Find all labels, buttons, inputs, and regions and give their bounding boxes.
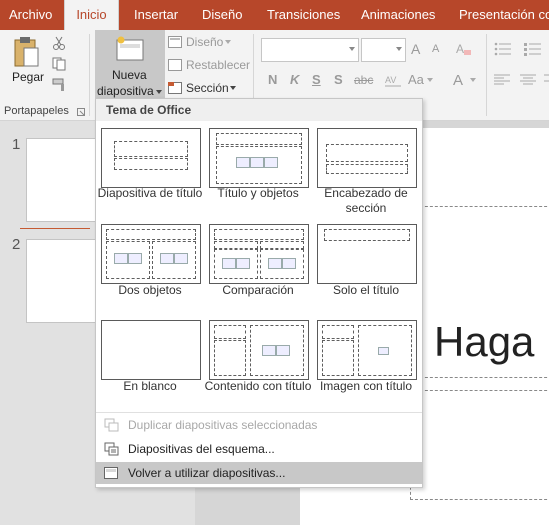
paste-label: Pegar [12,70,45,84]
layout-encabezado[interactable] [317,128,417,188]
cut-icon[interactable] [52,36,66,50]
layout-label: Solo el título [332,283,400,297]
tab-presentacion[interactable]: Presentación con [459,0,549,30]
format-painter-icon[interactable] [52,78,68,92]
insertion-marker [20,228,90,229]
change-case-button[interactable]: Aa [408,72,424,87]
outline-slides-icon [104,442,119,456]
layout-label: Dos objetos [118,283,182,297]
reset-button[interactable]: Restablecer [186,58,250,72]
chevron-down-icon [470,78,476,82]
grow-font-button[interactable]: A [411,41,420,57]
character-spacing-icon[interactable]: AV [385,73,401,87]
reuse-slides-item[interactable]: Volver a utilizar diapositivas... [96,462,422,484]
layout-contenido-titulo[interactable] [209,320,309,380]
layout-comparacion[interactable] [209,224,309,284]
slide-number: 2 [12,236,21,253]
layout-label: Título y objetos [217,186,299,200]
strikethrough-button[interactable]: abc [354,73,373,87]
tab-animaciones[interactable]: Animaciones [361,0,435,30]
layout-en-blanco[interactable] [101,320,201,380]
new-slide-icon [116,36,144,61]
slide-title-text: Haga [434,318,535,365]
layout-label: Contenido con título [204,379,312,393]
layout-label: Comparación [222,283,294,297]
bold-button[interactable]: N [268,72,277,87]
numbering-icon[interactable] [524,42,542,56]
align-center-icon[interactable] [520,74,536,86]
underline-button[interactable]: S [312,72,321,87]
group-divider [89,34,90,116]
new-slide-label-line1: Nueva [112,68,147,82]
layout-titulo-objetos[interactable] [209,128,309,188]
shrink-font-button[interactable]: A [432,43,439,55]
dialog-launcher-icon[interactable] [77,108,85,116]
theme-title: Tema de Office [106,103,192,117]
chevron-down-icon [427,78,433,82]
clipboard-icon [14,37,39,67]
reuse-slides-icon [104,467,118,479]
duplicate-icon [104,418,119,432]
group-divider [486,34,487,116]
layout-button[interactable]: Diseño [186,35,223,49]
layout-label: Imagen con título [319,379,413,393]
section-icon [168,82,182,94]
layout-icon [168,36,182,48]
layout-label: En blanco [123,379,177,393]
copy-icon[interactable] [52,57,68,71]
align-right-icon[interactable] [544,74,549,86]
chevron-down-icon [156,90,162,94]
bullets-icon[interactable] [494,42,512,56]
chevron-down-icon [230,86,236,90]
chevron-down-icon [396,47,402,51]
italic-button[interactable]: K [290,72,299,87]
chevron-down-icon [225,40,231,44]
new-slide-button[interactable]: Nueva diapositiva [95,30,165,99]
font-size-input[interactable] [361,38,406,62]
chevron-down-icon [349,47,355,51]
layout-dos-objetos[interactable] [101,224,201,284]
reset-icon [168,59,182,71]
layout-imagen-titulo[interactable] [317,320,417,380]
tab-inicio[interactable]: Inicio [64,0,119,30]
slide-number: 1 [12,136,21,153]
shadow-button[interactable]: S [334,72,343,87]
align-left-icon[interactable] [494,74,510,86]
layout-label: Diapositiva de título [97,186,203,200]
font-color-button[interactable]: A [453,72,463,89]
duplicate-slides-item[interactable]: Duplicar diapositivas seleccionadas [96,414,422,436]
new-slide-label-line2: diapositiva [97,84,154,98]
svg-text:A: A [456,42,464,56]
ribbon-tab-bar: Archivo Inicio Insertar Diseño Transicio… [0,0,549,30]
menu-item-label: Duplicar diapositivas seleccionadas [128,418,318,432]
new-slide-dropdown: Tema de Office Diapositiva de título Tít… [95,98,423,488]
layout-label: Encabezado de sección [324,186,408,215]
tab-archivo[interactable]: Archivo [9,0,52,30]
gallery-header: Tema de Office [96,99,422,121]
layout-solo-titulo[interactable] [317,224,417,284]
outline-slides-item[interactable]: Diapositivas del esquema... [96,438,422,460]
menu-item-label: Volver a utilizar diapositivas... [128,466,286,480]
svg-text:AV: AV [385,75,396,85]
font-name-input[interactable] [261,38,359,62]
clear-formatting-icon[interactable]: A [456,42,472,56]
menu-item-label: Diapositivas del esquema... [128,442,275,456]
tab-insertar[interactable]: Insertar [134,0,178,30]
paste-button[interactable]: Pegar [6,32,46,92]
menu-divider [96,412,422,413]
clipboard-group-label: Portapapeles [4,105,69,117]
tab-transiciones[interactable]: Transiciones [267,0,340,30]
tab-diseno[interactable]: Diseño [202,0,242,30]
section-button[interactable]: Sección [186,81,229,95]
layout-titulo[interactable] [101,128,201,188]
subtitle-placeholder[interactable] [410,390,549,500]
